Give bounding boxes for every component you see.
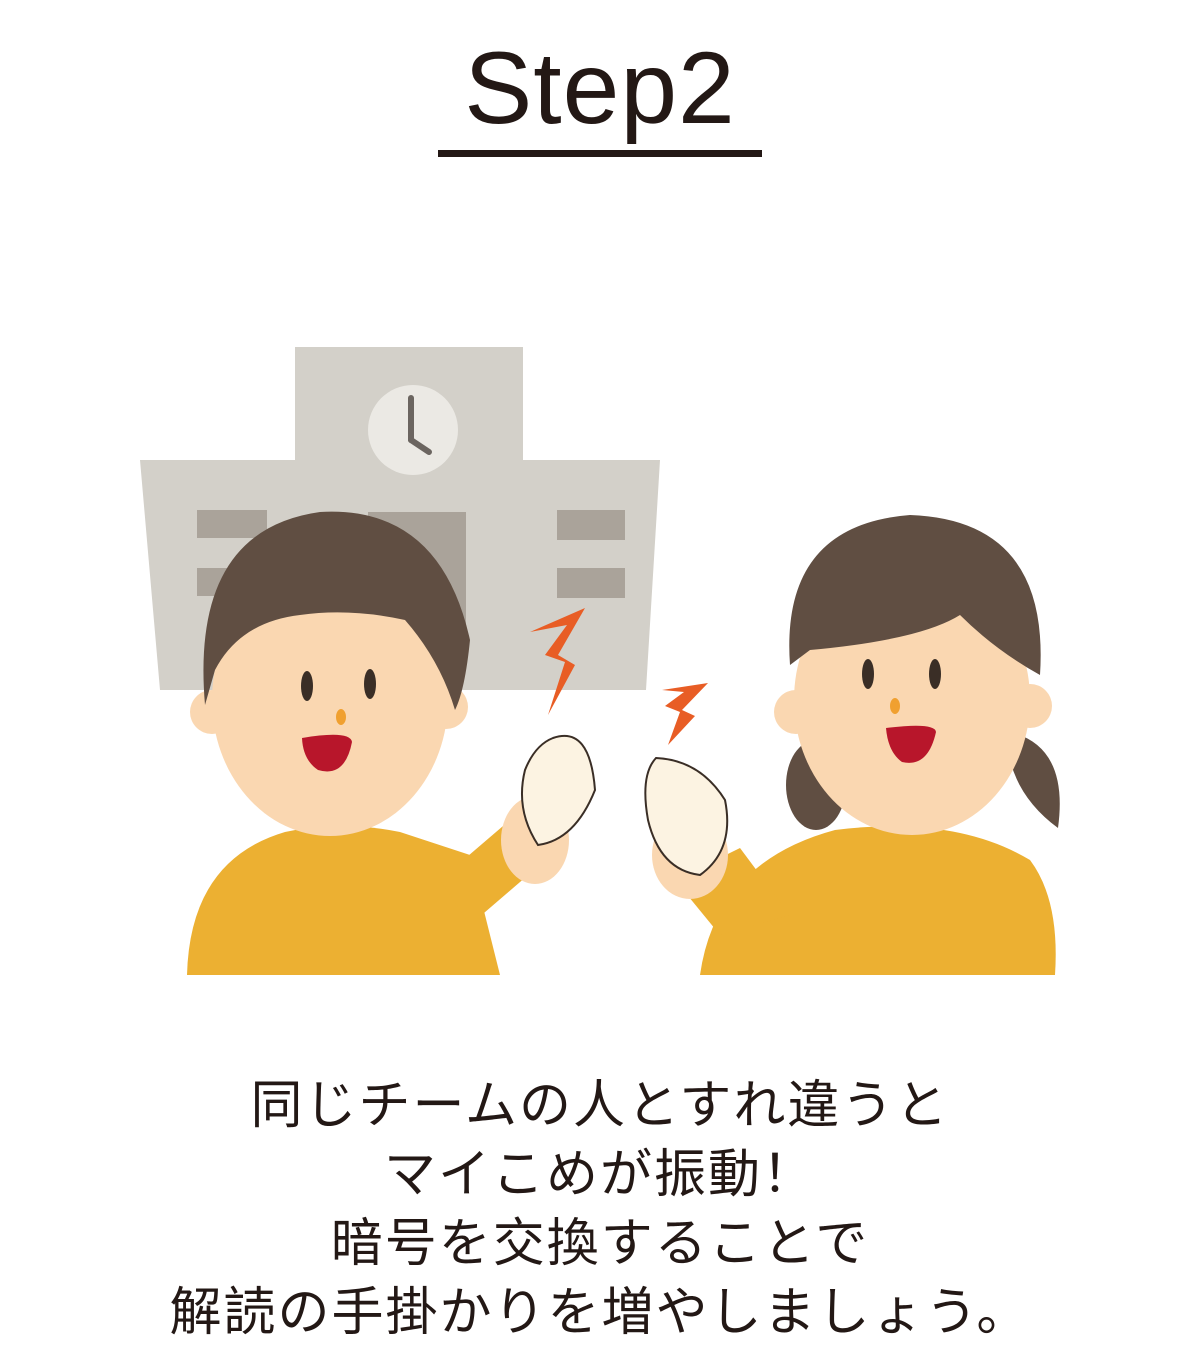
caption-text: 同じチームの人とすれ違うと マイこめが振動！ 暗号を交換することで 解読の手掛か… (0, 1072, 1200, 1348)
clock-icon (368, 385, 458, 475)
caption-line: 暗号を交換することで (330, 1214, 870, 1274)
caption-line: 解読の手掛かりを増やしましょう。 (169, 1283, 1031, 1343)
caption-line: 同じチームの人とすれ違うと (250, 1076, 950, 1136)
caption-line: マイこめが振動！ (383, 1145, 816, 1205)
girl-figure (652, 515, 1060, 975)
